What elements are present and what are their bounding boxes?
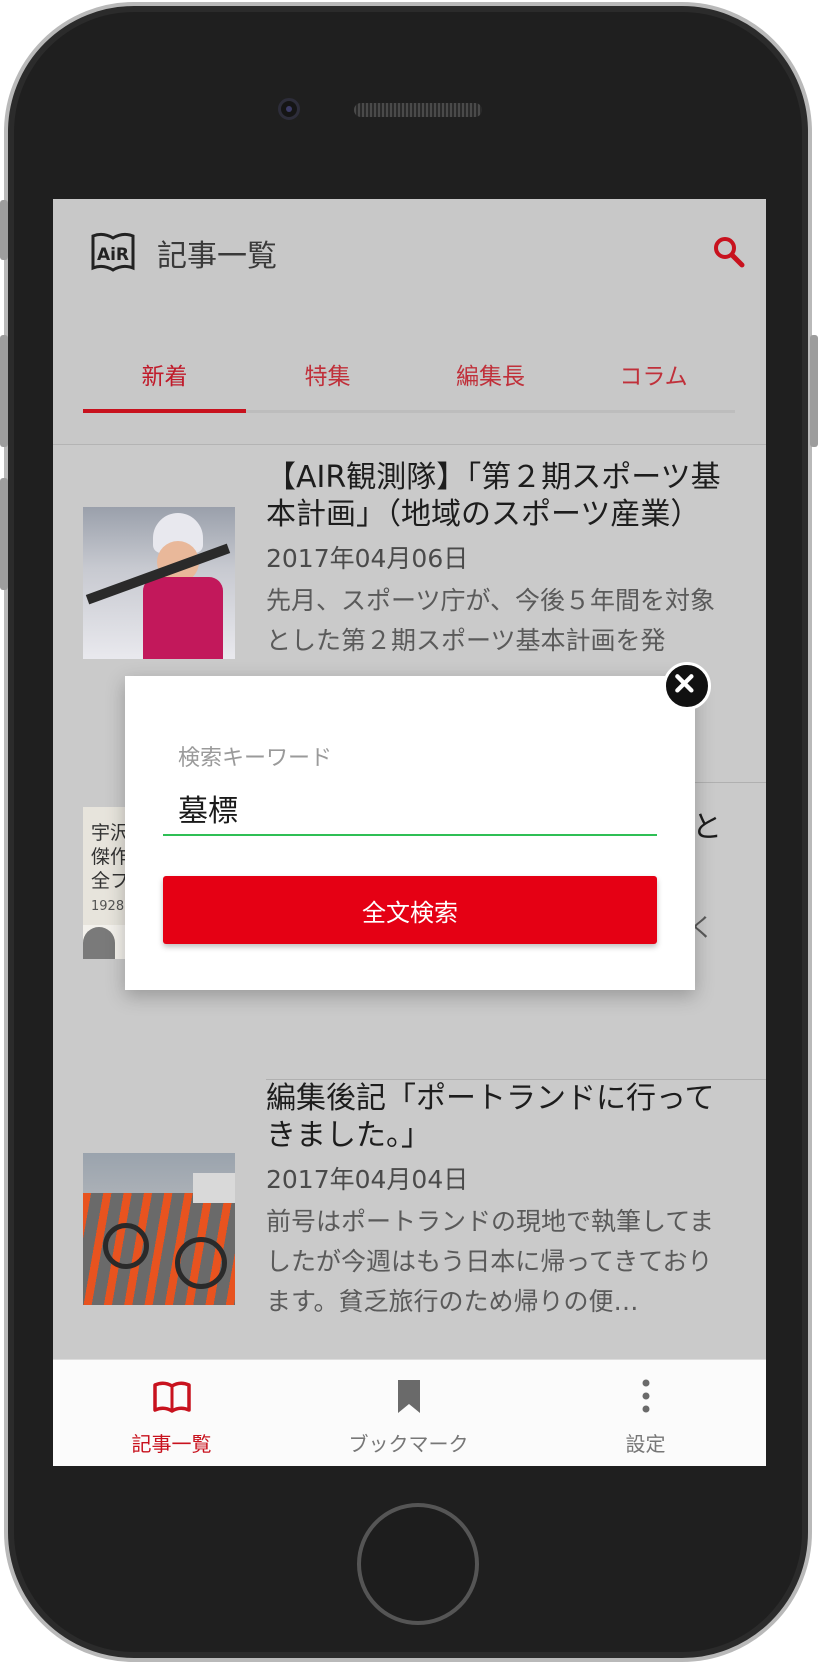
- nav-label: ブックマーク: [348, 1432, 469, 1456]
- svg-text:AiR: AiR: [97, 245, 129, 265]
- tab-column[interactable]: コラム: [572, 329, 735, 415]
- more-vert-icon: [642, 1379, 650, 1413]
- air-logo-icon: AiR: [91, 232, 135, 272]
- full-text-search-button[interactable]: 全文検索: [163, 876, 657, 944]
- volume-up-button: [0, 335, 8, 447]
- article-thumbnail: [83, 1153, 235, 1305]
- tab-feature[interactable]: 特集: [246, 329, 409, 415]
- article-title: 編集後記「ポートランドに行ってきました。」: [266, 1081, 715, 1153]
- search-icon[interactable]: [712, 235, 746, 269]
- mute-switch: [0, 200, 8, 260]
- nav-bookmarks[interactable]: ブックマーク: [290, 1360, 527, 1466]
- nav-articles[interactable]: 記事一覧: [53, 1360, 290, 1466]
- tab-active-indicator: [83, 409, 246, 413]
- article-date: 2017年04月04日: [266, 1165, 469, 1194]
- category-tabs: 新着 特集 編集長 コラム: [83, 329, 735, 415]
- article-date: 2017年04月06日: [266, 544, 469, 573]
- bottom-navigation: 記事一覧 ブックマーク 設定: [53, 1359, 766, 1466]
- power-button: [810, 335, 818, 447]
- article-excerpt: 先月、スポーツ庁が、今後５年間を対象とした第２期スポーツ基本計画を発: [266, 586, 716, 655]
- article-excerpt: 前号はポートランドの現地で執筆してましたが今週はもう日本に帰ってきております。貧…: [266, 1207, 715, 1316]
- tab-new[interactable]: 新着: [83, 329, 246, 415]
- volume-down-button: [0, 478, 8, 590]
- tab-editor-in-chief[interactable]: 編集長: [409, 329, 572, 415]
- app-bar: AiR 記事一覧 新着 特集 編集長 コラム: [53, 199, 766, 445]
- page-title: 記事一覧: [157, 239, 277, 274]
- close-icon[interactable]: [663, 662, 711, 710]
- book-icon: [153, 1381, 191, 1413]
- article-title: 【AIR観測隊】「第２期スポーツ基本計画」（地域のスポーツ産業）: [266, 460, 721, 532]
- search-keyword-input[interactable]: [163, 782, 657, 836]
- nav-settings[interactable]: 設定: [527, 1360, 764, 1466]
- article-item[interactable]: 編集後記「ポートランドに行ってきました。」 2017年04月04日 前号はポート…: [53, 1080, 766, 1360]
- article-thumbnail: [83, 507, 235, 659]
- article-body: 【AIR観測隊】「第２期スポーツ基本計画」（地域のスポーツ産業） 2017年04…: [266, 459, 736, 661]
- home-button[interactable]: [357, 1503, 479, 1625]
- earpiece-speaker: [354, 103, 482, 117]
- front-camera: [278, 98, 300, 120]
- search-field-label: 検索キーワード: [178, 746, 333, 771]
- app-screen: AiR 記事一覧 新着 特集 編集長 コラム 【AIR観測隊】「第２期スポーツ基…: [53, 199, 766, 1466]
- search-dialog: 検索キーワード 全文検索: [125, 676, 695, 990]
- nav-label: 記事一覧: [131, 1432, 212, 1456]
- article-body: 編集後記「ポートランドに行ってきました。」 2017年04月04日 前号はポート…: [266, 1080, 736, 1322]
- nav-label: 設定: [625, 1432, 666, 1456]
- bookmark-icon: [398, 1380, 420, 1413]
